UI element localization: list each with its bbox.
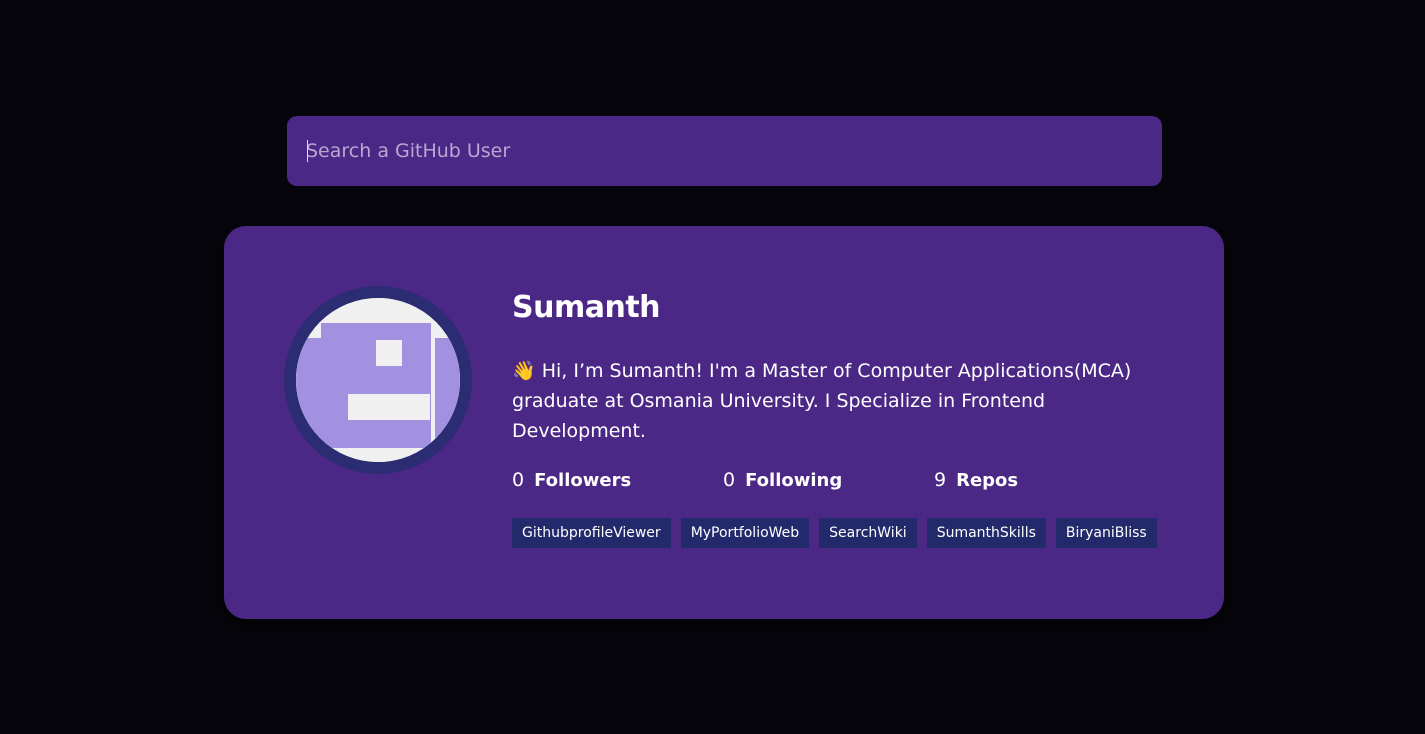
following-label: Following: [745, 470, 843, 491]
stat-following: 0 Following: [723, 469, 934, 491]
repo-link-githubprofileviewer[interactable]: GithubprofileViewer: [512, 518, 671, 548]
profile-stats: 0 Followers 0 Following 9 Repos: [512, 469, 1145, 491]
stat-repos: 9 Repos: [934, 469, 1145, 491]
repo-link-biryanibliss[interactable]: BiryaniBliss: [1055, 518, 1157, 548]
stat-followers: 0 Followers: [512, 469, 723, 491]
repo-link-myportfolioweb[interactable]: MyPortfolioWeb: [680, 518, 810, 548]
following-count: 0: [723, 469, 736, 491]
profile-bio: 👋 Hi, I’m Sumanth! I'm a Master of Compu…: [512, 360, 1132, 442]
identicon-avatar-icon: [296, 298, 460, 462]
repos-label: Repos: [956, 470, 1019, 491]
avatar: [284, 286, 472, 474]
search-input[interactable]: [306, 116, 1162, 186]
text-cursor: [307, 140, 308, 162]
repo-link-searchwiki[interactable]: SearchWiki: [819, 518, 917, 548]
profile-card: Sumanth 👋 Hi, I’m Sumanth! I'm a Master …: [224, 226, 1224, 619]
followers-label: Followers: [534, 470, 632, 491]
repo-list: GithubprofileViewer MyPortfolioWeb Searc…: [512, 518, 1157, 548]
followers-count: 0: [512, 469, 525, 491]
profile-name: Sumanth: [512, 290, 661, 325]
search-bar[interactable]: [287, 116, 1162, 186]
repos-count: 9: [934, 469, 947, 491]
repo-link-sumanthskills[interactable]: SumanthSkills: [926, 518, 1046, 548]
